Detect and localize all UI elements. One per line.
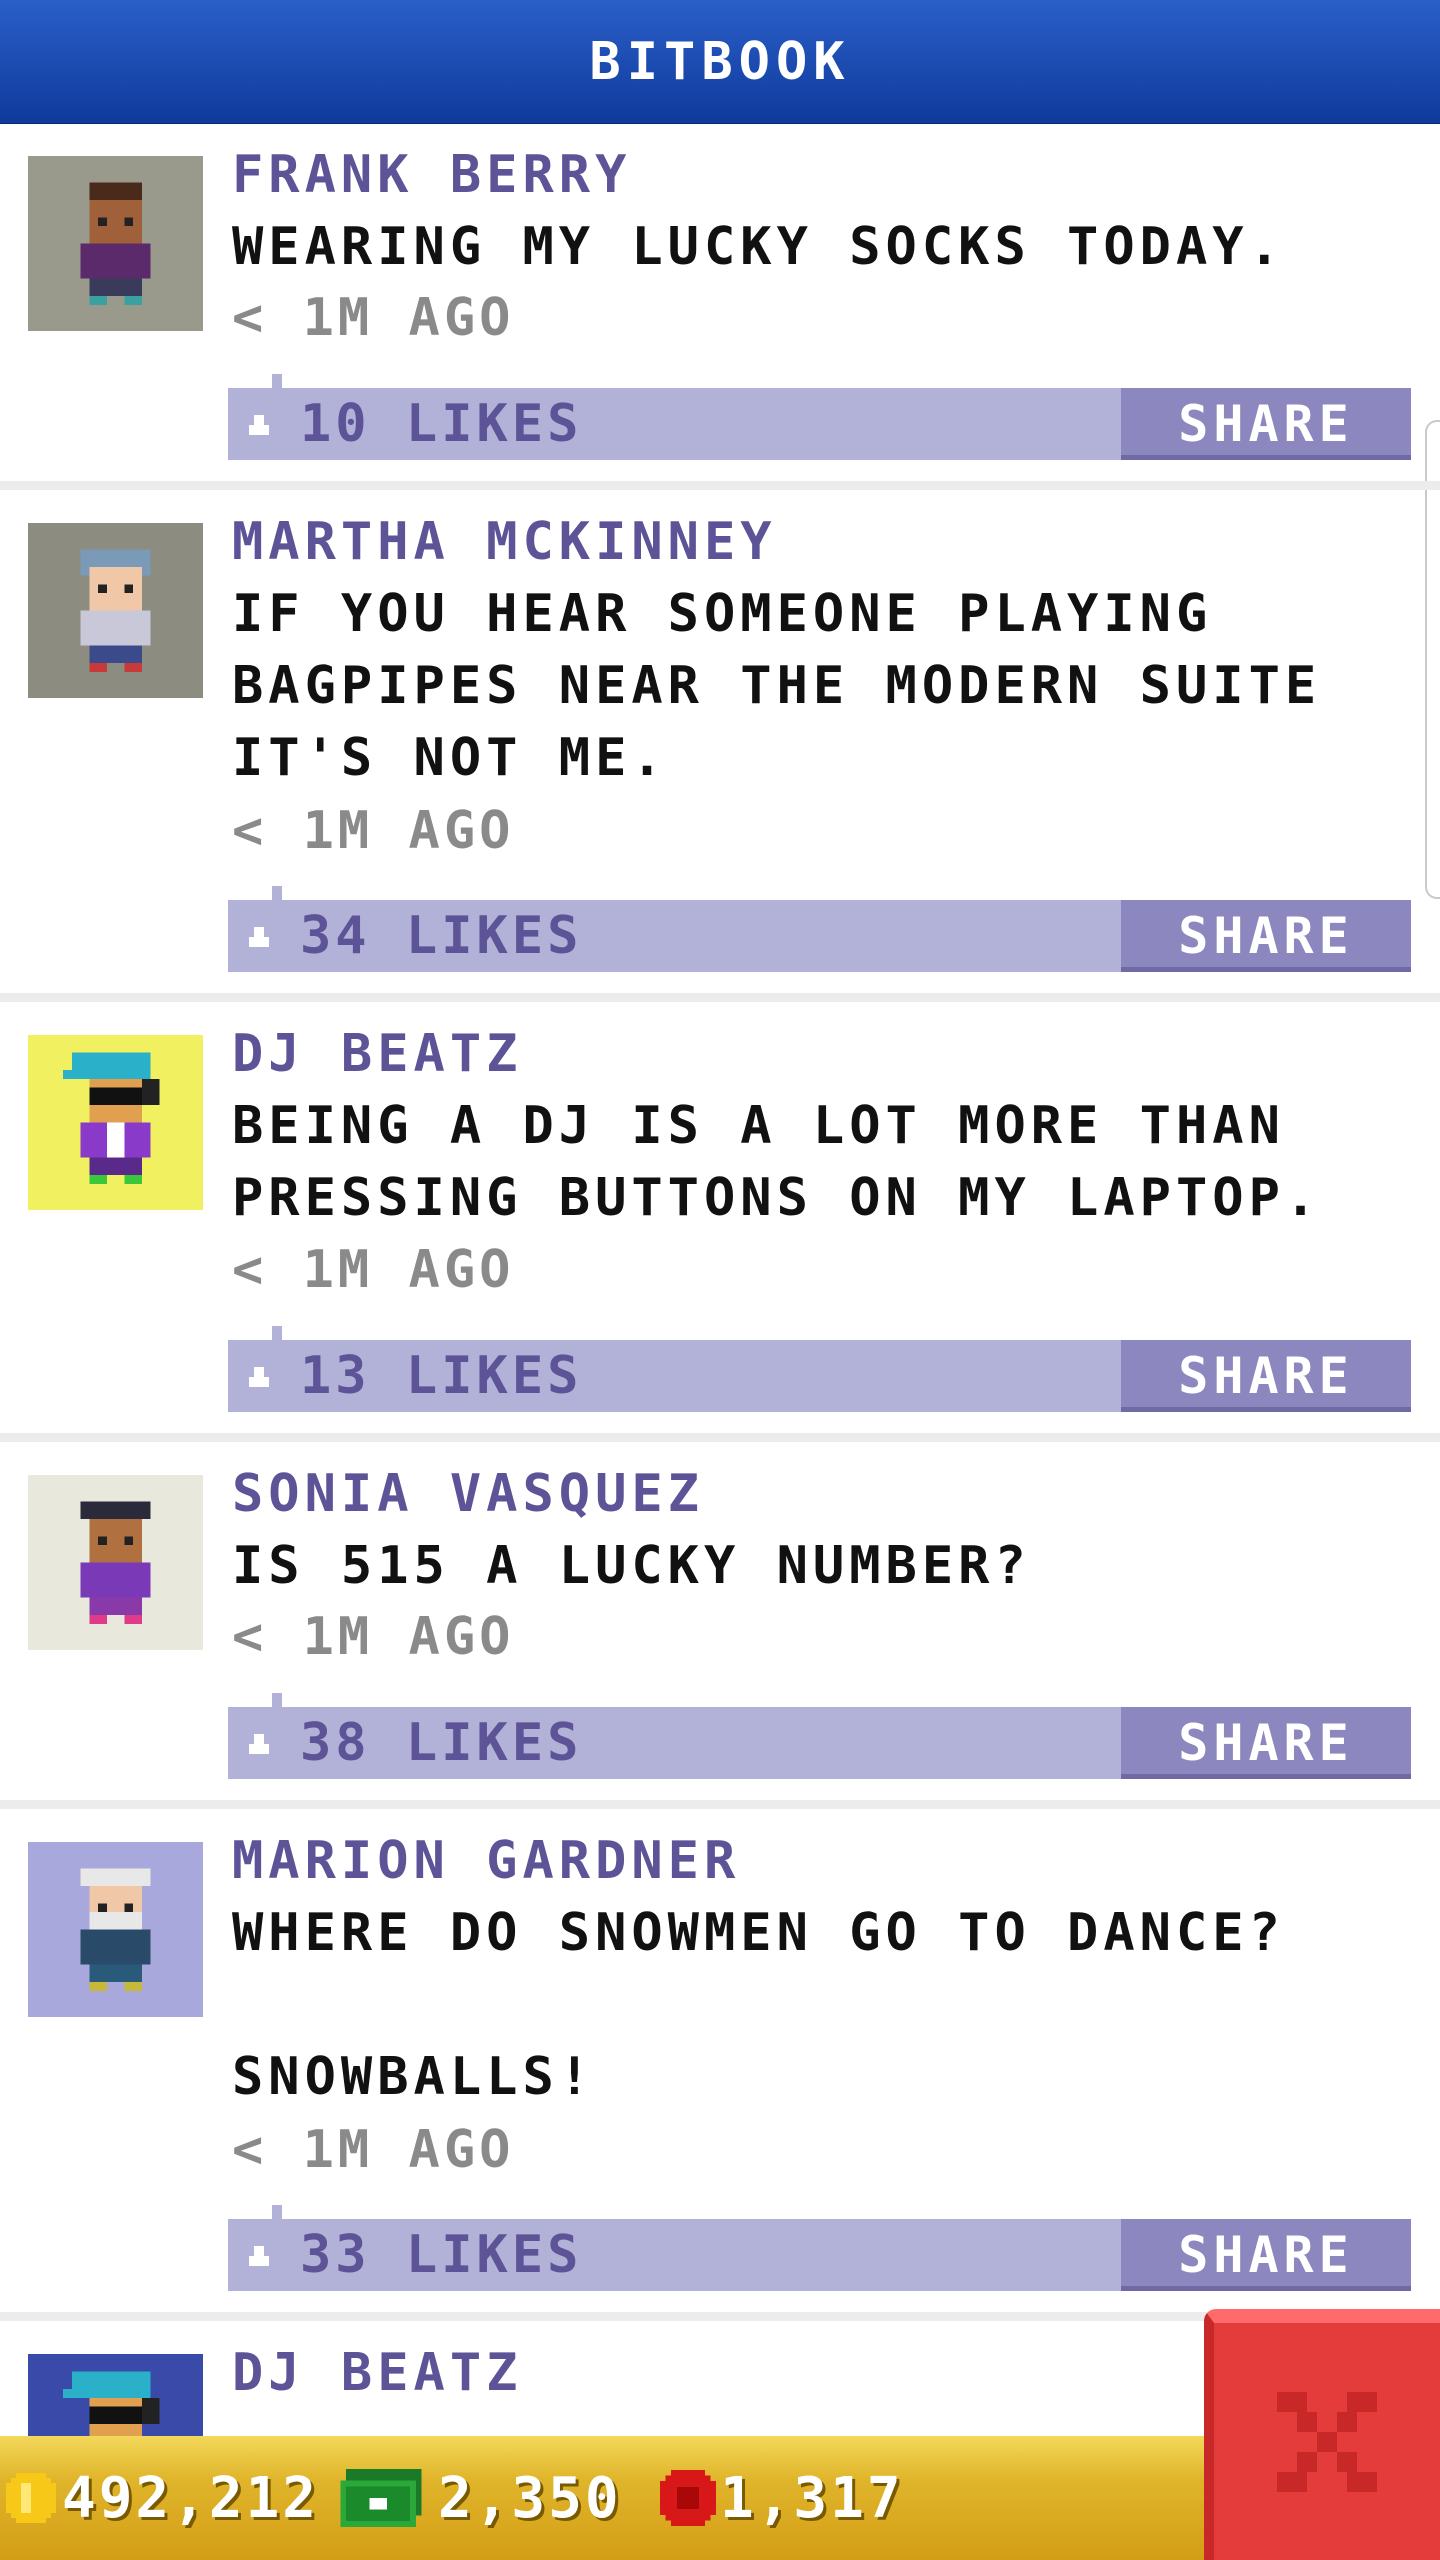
post-text: WHERE DO SNOWMEN GO TO DANCE? SNOWBALLS! — [232, 1903, 1285, 2107]
post-author[interactable]: MARTHA MCKINNEY — [232, 512, 777, 572]
close-button[interactable] — [1204, 2309, 1440, 2560]
like-bar: 33 LIKES SHARE — [228, 2205, 1411, 2291]
post-text: IS 515 A LUCKY NUMBER? — [232, 1536, 1031, 1596]
post-time: < 1M AGO — [232, 288, 515, 348]
like-bar: 38 LIKES SHARE — [228, 1693, 1411, 1779]
post-time: < 1M AGO — [232, 1607, 515, 1667]
coin-icon — [6, 2473, 56, 2523]
post-text: IF YOU HEAR SOMEONE PLAYING BAGPIPES NEA… — [232, 584, 1358, 788]
share-button[interactable]: SHARE — [1121, 1707, 1411, 1779]
post-text: WEARING MY LUCKY SOCKS TODAY. — [232, 217, 1285, 277]
like-bar-pointer — [272, 886, 282, 900]
avatar-sonia-vasquez[interactable] — [28, 1475, 203, 1650]
app-header: BITBOOK — [0, 0, 1440, 124]
like-bar-pointer — [272, 374, 282, 388]
thumbs-up-icon[interactable] — [244, 1362, 274, 1392]
post-divider — [0, 1800, 1440, 1809]
like-bar: 13 LIKES SHARE — [228, 1326, 1411, 1412]
avatar-dj-beatz[interactable] — [28, 1035, 203, 1210]
like-bar-pointer — [272, 1693, 282, 1707]
coins-display[interactable]: 492,212 — [6, 2436, 319, 2560]
post-time: < 1M AGO — [232, 1240, 515, 1300]
share-button[interactable]: SHARE — [1121, 900, 1411, 972]
post-divider — [0, 993, 1440, 1002]
share-button[interactable]: SHARE — [1121, 388, 1411, 460]
bux-icon — [340, 2469, 422, 2527]
post-author[interactable]: DJ BEATZ — [232, 1024, 522, 1084]
like-bar-pointer — [272, 1326, 282, 1340]
like-count[interactable]: 10 LIKES — [300, 388, 582, 460]
thumbs-up-icon[interactable] — [244, 2241, 274, 2271]
post-author[interactable]: SONIA VASQUEZ — [232, 1464, 704, 1524]
like-bar: 34 LIKES SHARE — [228, 886, 1411, 972]
post-divider — [0, 481, 1440, 490]
thumbs-up-icon[interactable] — [244, 1729, 274, 1759]
avatar-marion-gardner[interactable] — [28, 1842, 203, 2017]
post-text: BEING A DJ IS A LOT MORE THAN PRESSING B… — [232, 1096, 1322, 1228]
post-time: < 1M AGO — [232, 801, 515, 861]
bux-display[interactable]: 2,350 — [340, 2436, 622, 2560]
post-divider — [0, 1433, 1440, 1442]
tickets-amount: 1,317 — [720, 2465, 904, 2531]
bux-amount: 2,350 — [438, 2465, 622, 2531]
thumbs-up-icon[interactable] — [244, 410, 274, 440]
post-author[interactable]: DJ BEATZ — [232, 2343, 522, 2403]
post-author[interactable]: MARION GARDNER — [232, 1831, 740, 1891]
avatar-martha-mckinney[interactable] — [28, 523, 203, 698]
avatar-frank-berry[interactable] — [28, 156, 203, 331]
tickets-display[interactable]: 1,317 — [660, 2436, 904, 2560]
like-count[interactable]: 13 LIKES — [300, 1340, 582, 1412]
like-bar: 10 LIKES SHARE — [228, 374, 1411, 460]
coins-amount: 492,212 — [62, 2465, 320, 2531]
app-title: BITBOOK — [589, 31, 851, 92]
close-icon — [1277, 2391, 1377, 2492]
post-time: < 1M AGO — [232, 2120, 515, 2180]
like-count[interactable]: 33 LIKES — [300, 2219, 582, 2291]
post-author[interactable]: FRANK BERRY — [232, 145, 631, 205]
ticket-icon — [660, 2470, 716, 2526]
share-button[interactable]: SHARE — [1121, 1340, 1411, 1412]
like-count[interactable]: 34 LIKES — [300, 900, 582, 972]
like-count[interactable]: 38 LIKES — [300, 1707, 582, 1779]
like-bar-pointer — [272, 2205, 282, 2219]
thumbs-up-icon[interactable] — [244, 922, 274, 952]
share-button[interactable]: SHARE — [1121, 2219, 1411, 2291]
